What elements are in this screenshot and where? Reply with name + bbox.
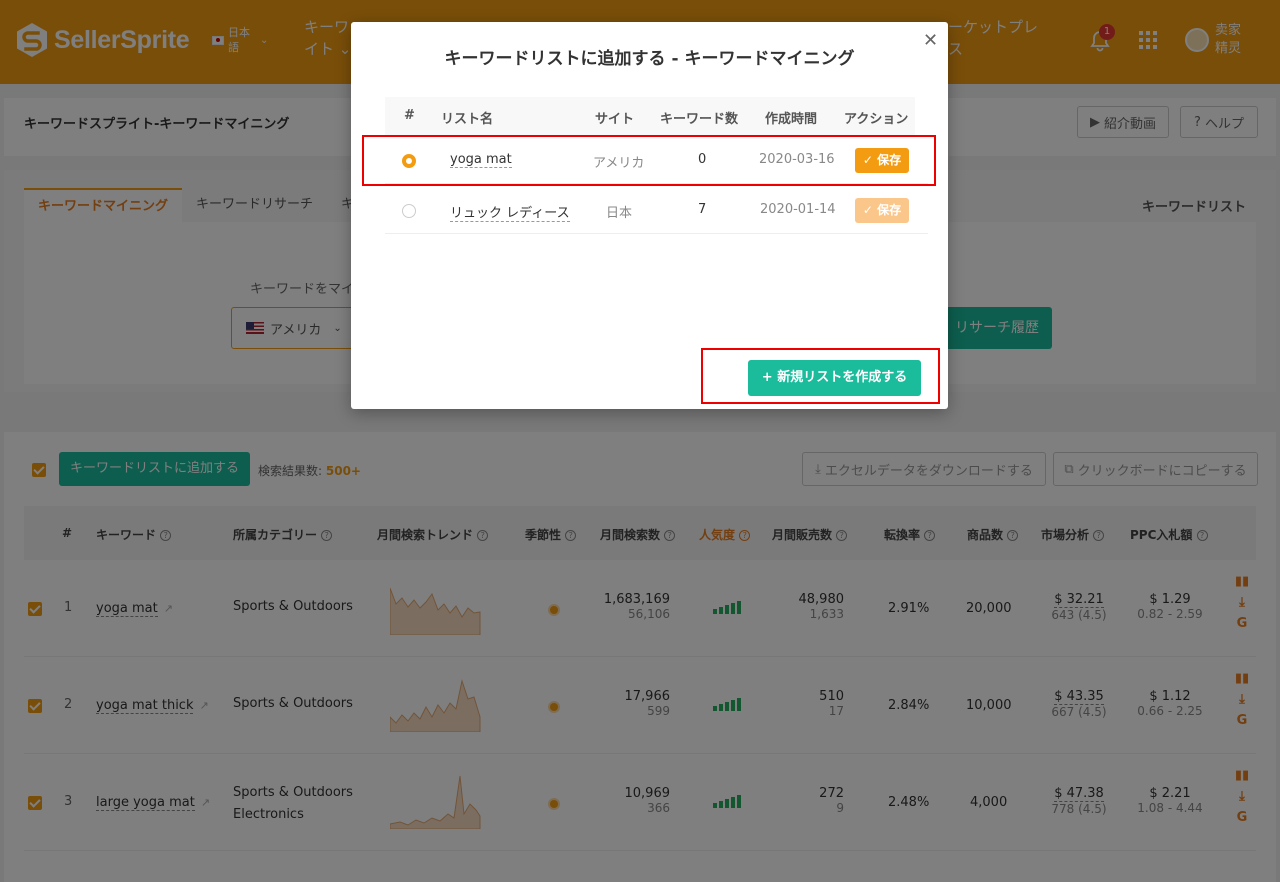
list-keyword-count: 7: [698, 202, 707, 217]
save-label: 保存: [877, 203, 902, 217]
modal-title: キーワードリストに追加する - キーワードマイニング: [444, 49, 855, 69]
col-keyword-count: キーワード数: [660, 112, 739, 127]
highlight-box-selected-list: [362, 135, 936, 186]
save-button[interactable]: ✓ 保存: [855, 198, 909, 223]
col-index: #: [404, 108, 415, 123]
col-created: 作成時間: [765, 112, 818, 127]
modal-table-header: # リスト名 サイト キーワード数 作成時間 アクション: [385, 97, 915, 135]
list-row[interactable]: リュック レディース 日本 7 2020-01-14 ✓ 保存: [385, 186, 928, 234]
col-site: サイト: [595, 112, 635, 127]
col-list-name: リスト名: [441, 112, 494, 127]
list-radio[interactable]: [402, 204, 416, 218]
close-icon[interactable]: ✕: [923, 30, 938, 51]
highlight-box-new-list: [701, 348, 940, 404]
list-site: 日本: [606, 206, 633, 221]
list-created: 2020-01-14: [760, 202, 836, 217]
list-name[interactable]: リュック レディース: [450, 202, 570, 222]
col-action: アクション: [844, 112, 909, 127]
